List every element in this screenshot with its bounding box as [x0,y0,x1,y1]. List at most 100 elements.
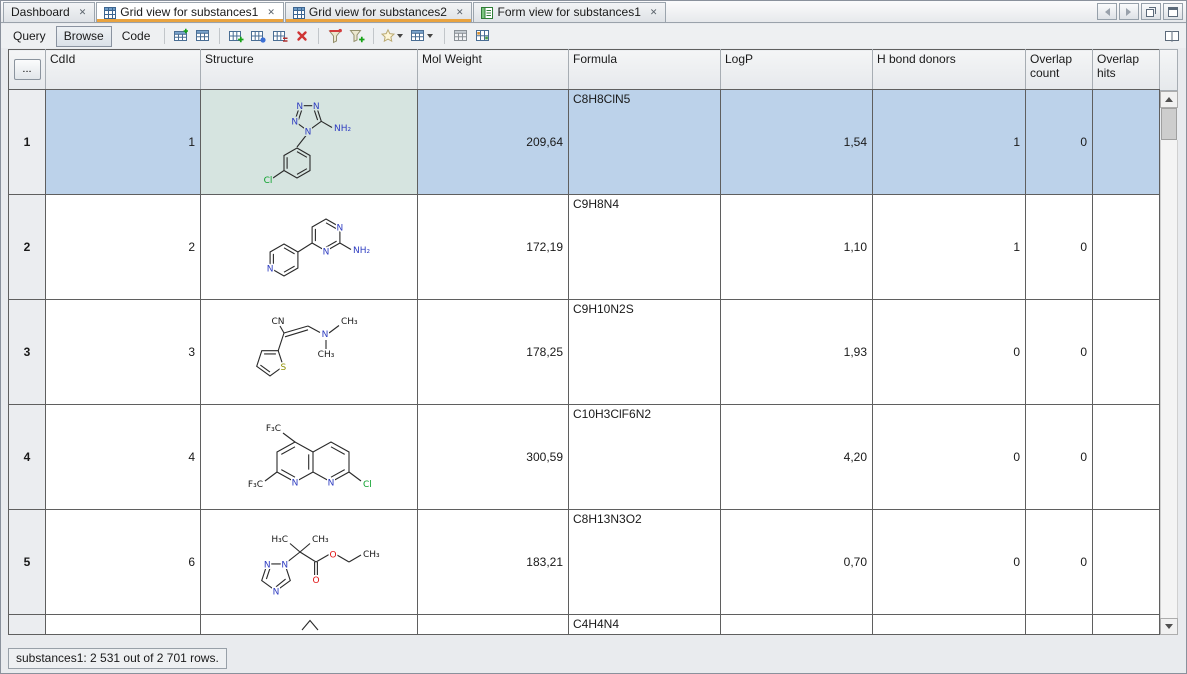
cell-overlap-hits[interactable] [1093,300,1160,405]
cell-mol-weight[interactable]: 209,64 [418,90,569,195]
row-header-cell[interactable]: 5 [9,510,46,615]
new-grid-view-icon[interactable] [171,26,191,46]
cell-mol-weight[interactable]: 183,21 [418,510,569,615]
query-mode-button[interactable]: Query [5,26,54,47]
cell-logp[interactable]: 0,70 [721,510,873,615]
cell-overlap-hits[interactable] [1093,195,1160,300]
add-row-icon[interactable] [226,26,246,46]
cell-overlap-hits[interactable] [1093,615,1160,635]
grid-view-panel: ... CdId Structure Mol Weight Formula Lo… [8,49,1178,635]
cell-cdid[interactable]: 3 [46,300,201,405]
table-row: 1 1 [9,90,1160,195]
tab-close-icon[interactable]: ✕ [77,7,89,18]
cell-structure[interactable]: CN N CH₃ CH₃ S [201,300,418,405]
column-header-logp[interactable]: LogP [721,50,873,90]
cell-h-bond-donors[interactable]: 1 [873,90,1026,195]
row-header-cell[interactable]: 4 [9,405,46,510]
tab-form-view-substances1[interactable]: Form view for substances1 ✕ [473,2,666,22]
cell-overlap-count[interactable]: 0 [1026,510,1093,615]
maximize-button[interactable] [1163,3,1183,20]
filter-query-icon[interactable] [325,26,345,46]
grid-settings-icon[interactable] [451,26,471,46]
column-header-overlap-hits[interactable]: Overlap hits [1093,50,1160,90]
scroll-tabs-left-button[interactable] [1097,3,1117,20]
cell-formula[interactable]: C4H4N4 [569,615,721,635]
row-header-cell[interactable]: 2 [9,195,46,300]
cell-structure[interactable]: N N N N NH₂ Cl [201,90,418,195]
merge-rows-icon[interactable] [270,26,290,46]
row-header-cell[interactable]: 3 [9,300,46,405]
cell-mol-weight[interactable]: 178,25 [418,300,569,405]
cell-formula[interactable]: C8H8ClN5 [569,90,721,195]
column-header-formula[interactable]: Formula [569,50,721,90]
scroll-up-button[interactable] [1160,91,1178,108]
cell-overlap-count[interactable]: 0 [1026,90,1093,195]
cell-cdid[interactable] [46,615,201,635]
code-mode-button[interactable]: Code [114,26,159,47]
scroll-tabs-right-button[interactable] [1119,3,1139,20]
favorites-dropdown-icon[interactable] [380,26,408,46]
cell-logp[interactable]: 1,54 [721,90,873,195]
atom-label: N [312,102,319,112]
cell-cdid[interactable]: 1 [46,90,201,195]
tab-grid-view-substances2[interactable]: Grid view for substances2 ✕ [285,2,473,22]
cell-structure[interactable]: F₃C F₃C N N Cl [201,405,418,510]
restore-group-button[interactable] [1141,3,1161,20]
cell-overlap-count[interactable] [1026,615,1093,635]
cell-logp[interactable]: 1,93 [721,300,873,405]
cell-cdid[interactable]: 2 [46,195,201,300]
scrollbar-thumb[interactable] [1161,108,1177,140]
column-header-structure[interactable]: Structure [201,50,418,90]
cell-formula[interactable]: C8H13N3O2 [569,510,721,615]
row-header-cell[interactable] [9,615,46,635]
scrollbar-track[interactable] [1160,140,1178,618]
add-filter-icon[interactable] [347,26,367,46]
browse-mode-button[interactable]: Browse [56,26,112,47]
cell-formula[interactable]: C9H8N4 [569,195,721,300]
tab-close-icon[interactable]: ✕ [454,7,466,18]
structure-display-icon[interactable] [473,26,493,46]
scroll-down-button[interactable] [1160,618,1178,635]
cell-h-bond-donors[interactable]: 0 [873,405,1026,510]
row-header-cell[interactable]: 1 [9,90,46,195]
cell-formula[interactable]: C9H10N2S [569,300,721,405]
cell-mol-weight[interactable]: 300,59 [418,405,569,510]
cell-logp[interactable]: 4,20 [721,405,873,510]
cell-structure[interactable]: N N N NH₂ [201,195,418,300]
cell-h-bond-donors[interactable]: 1 [873,195,1026,300]
duplicate-rows-icon[interactable] [248,26,268,46]
cell-logp[interactable]: 1,10 [721,195,873,300]
header-row: ... CdId Structure Mol Weight Formula Lo… [9,50,1160,90]
tab-close-icon[interactable]: ✕ [265,7,277,18]
column-header-mol-weight[interactable]: Mol Weight [418,50,569,90]
cell-cdid[interactable]: 6 [46,510,201,615]
cell-overlap-hits[interactable] [1093,405,1160,510]
cell-h-bond-donors[interactable]: 0 [873,510,1026,615]
window-manager-icon[interactable] [1162,26,1182,46]
tab-dashboard[interactable]: Dashboard ✕ [3,2,95,22]
delete-rows-icon[interactable] [292,26,312,46]
column-header-cdid[interactable]: CdId [46,50,201,90]
cell-overlap-count[interactable]: 0 [1026,300,1093,405]
table-customize-button[interactable]: ... [14,59,41,80]
column-header-h-bond-donors[interactable]: H bond donors [873,50,1026,90]
tab-grid-view-substances1[interactable]: Grid view for substances1 ✕ [96,2,284,22]
edit-view-icon[interactable] [193,26,213,46]
cell-formula[interactable]: C10H3ClF6N2 [569,405,721,510]
cell-overlap-count[interactable]: 0 [1026,405,1093,510]
cell-h-bond-donors[interactable] [873,615,1026,635]
cell-structure[interactable] [201,615,418,635]
cell-logp[interactable] [721,615,873,635]
cell-overlap-hits[interactable] [1093,510,1160,615]
cell-mol-weight[interactable]: 172,19 [418,195,569,300]
cell-cdid[interactable]: 4 [46,405,201,510]
cell-structure[interactable]: H₃C CH₃ N N N O O CH₃ [201,510,418,615]
cell-mol-weight[interactable] [418,615,569,635]
cell-h-bond-donors[interactable]: 0 [873,300,1026,405]
views-dropdown-icon[interactable] [410,26,438,46]
column-header-overlap-count[interactable]: Overlap count [1026,50,1093,90]
cell-overlap-hits[interactable] [1093,90,1160,195]
table-row: 2 2 N [9,195,1160,300]
cell-overlap-count[interactable]: 0 [1026,195,1093,300]
tab-close-icon[interactable]: ✕ [648,7,660,18]
